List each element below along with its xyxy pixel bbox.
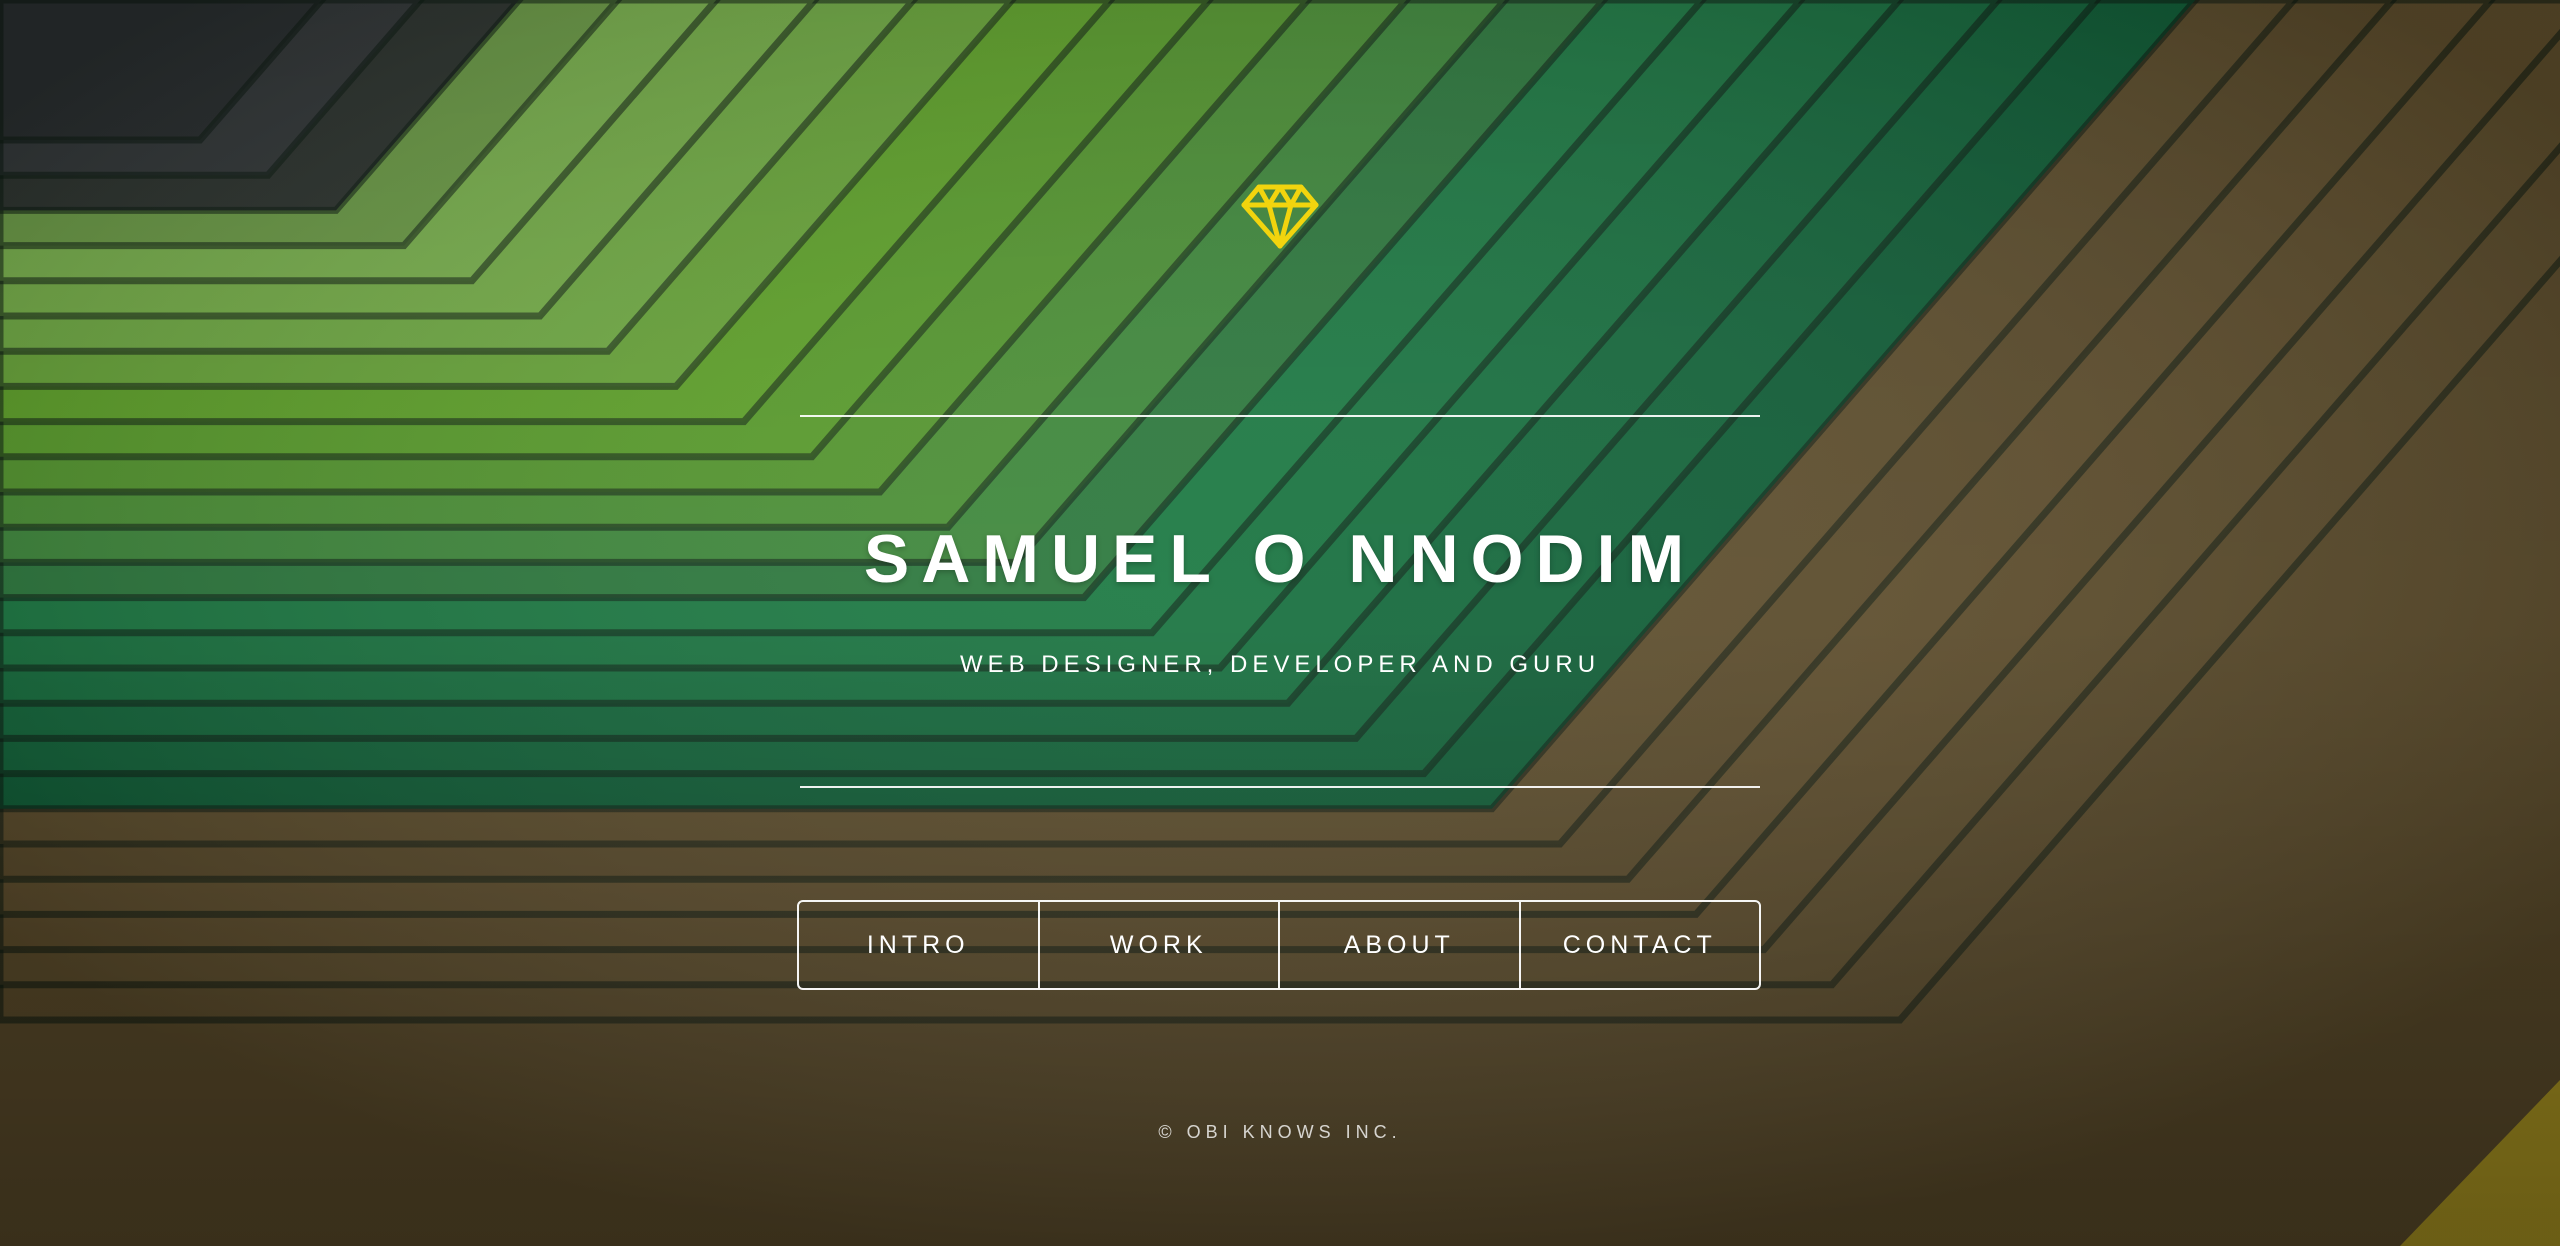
page-subtitle: WEB DESIGNER, DEVELOPER AND GURU bbox=[959, 651, 1601, 678]
footer-copyright: © OBI KNOWS INC. bbox=[1158, 1122, 1402, 1142]
nav-item-contact[interactable]: CONTACT bbox=[1521, 902, 1760, 988]
diamond-icon bbox=[1241, 183, 1319, 249]
hero-section: SAMUEL O NNODIM WEB DESIGNER, DEVELOPER … bbox=[0, 0, 2560, 1246]
nav-item-work[interactable]: WORK bbox=[1040, 902, 1280, 988]
nav-item-intro[interactable]: INTRO bbox=[799, 902, 1040, 988]
main-nav: INTRO WORK ABOUT CONTACT bbox=[797, 900, 1761, 990]
bottom-divider bbox=[800, 786, 1760, 788]
nav-item-about[interactable]: ABOUT bbox=[1280, 902, 1521, 988]
top-divider bbox=[800, 415, 1760, 417]
page-title: SAMUEL O NNODIM bbox=[863, 521, 1697, 597]
